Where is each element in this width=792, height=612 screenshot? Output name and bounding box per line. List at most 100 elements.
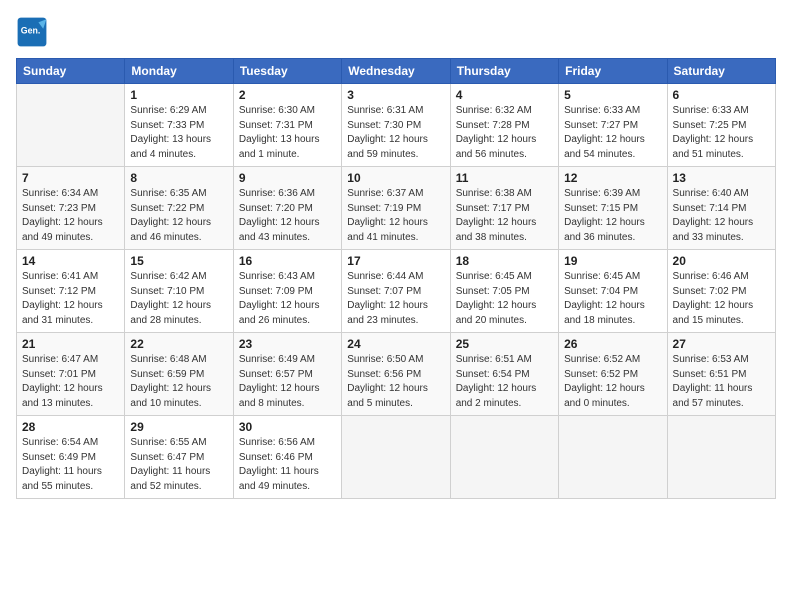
- day-cell: 12 Sunrise: 6:39 AM Sunset: 7:15 PM Dayli…: [559, 167, 667, 250]
- day-number: 15: [130, 254, 227, 268]
- day-cell: 26 Sunrise: 6:52 AM Sunset: 6:52 PM Dayli…: [559, 333, 667, 416]
- day-cell: [667, 416, 775, 499]
- day-number: 30: [239, 420, 336, 434]
- day-number: 21: [22, 337, 119, 351]
- day-info: Sunrise: 6:31 AM Sunset: 7:30 PM Dayligh…: [347, 104, 444, 162]
- day-cell: 18 Sunrise: 6:45 AM Sunset: 7:05 PM Dayli…: [450, 250, 558, 333]
- day-cell: 22 Sunrise: 6:48 AM Sunset: 6:59 PM Dayli…: [125, 333, 233, 416]
- page-header: Gen.: [16, 16, 776, 48]
- day-info: Sunrise: 6:53 AM Sunset: 6:51 PM Dayligh…: [673, 353, 770, 411]
- day-cell: 25 Sunrise: 6:51 AM Sunset: 6:54 PM Dayli…: [450, 333, 558, 416]
- day-cell: [559, 416, 667, 499]
- day-info: Sunrise: 6:47 AM Sunset: 7:01 PM Dayligh…: [22, 353, 119, 411]
- day-info: Sunrise: 6:51 AM Sunset: 6:54 PM Dayligh…: [456, 353, 553, 411]
- weekday-row: SundayMondayTuesdayWednesdayThursdayFrid…: [17, 59, 776, 84]
- day-number: 12: [564, 171, 661, 185]
- day-cell: 11 Sunrise: 6:38 AM Sunset: 7:17 PM Dayli…: [450, 167, 558, 250]
- day-cell: [342, 416, 450, 499]
- day-cell: 28 Sunrise: 6:54 AM Sunset: 6:49 PM Dayli…: [17, 416, 125, 499]
- day-number: 7: [22, 171, 119, 185]
- week-row-5: 28 Sunrise: 6:54 AM Sunset: 6:49 PM Dayli…: [17, 416, 776, 499]
- day-cell: 17Sunrise: 6:44 AM Sunset: 7:07 PM Dayli…: [342, 250, 450, 333]
- day-cell: 29 Sunrise: 6:55 AM Sunset: 6:47 PM Dayli…: [125, 416, 233, 499]
- day-info: Sunrise: 6:33 AM Sunset: 7:25 PM Dayligh…: [673, 104, 770, 162]
- week-row-4: 21 Sunrise: 6:47 AM Sunset: 7:01 PM Dayli…: [17, 333, 776, 416]
- day-info: Sunrise: 6:55 AM Sunset: 6:47 PM Dayligh…: [130, 436, 227, 494]
- day-cell: 13 Sunrise: 6:40 AM Sunset: 7:14 PM Dayli…: [667, 167, 775, 250]
- day-cell: 7 Sunrise: 6:34 AM Sunset: 7:23 PM Daylig…: [17, 167, 125, 250]
- calendar-header: SundayMondayTuesdayWednesdayThursdayFrid…: [17, 59, 776, 84]
- day-number: 29: [130, 420, 227, 434]
- day-cell: [450, 416, 558, 499]
- day-cell: 30 Sunrise: 6:56 AM Sunset: 6:46 PM Dayli…: [233, 416, 341, 499]
- day-number: 20: [673, 254, 770, 268]
- weekday-saturday: Saturday: [667, 59, 775, 84]
- day-info: Sunrise: 6:41 AM Sunset: 7:12 PM Dayligh…: [22, 270, 119, 328]
- day-info: Sunrise: 6:42 AM Sunset: 7:10 PM Dayligh…: [130, 270, 227, 328]
- day-cell: [17, 84, 125, 167]
- day-info: Sunrise: 6:44 AM Sunset: 7:07 PM Dayligh…: [347, 270, 444, 328]
- day-info: Sunrise: 6:48 AM Sunset: 6:59 PM Dayligh…: [130, 353, 227, 411]
- day-info: Sunrise: 6:46 AM Sunset: 7:02 PM Dayligh…: [673, 270, 770, 328]
- day-cell: 27 Sunrise: 6:53 AM Sunset: 6:51 PM Dayli…: [667, 333, 775, 416]
- day-info: Sunrise: 6:40 AM Sunset: 7:14 PM Dayligh…: [673, 187, 770, 245]
- day-info: Sunrise: 6:29 AM Sunset: 7:33 PM Dayligh…: [130, 104, 227, 162]
- day-info: Sunrise: 6:45 AM Sunset: 7:04 PM Dayligh…: [564, 270, 661, 328]
- weekday-wednesday: Wednesday: [342, 59, 450, 84]
- day-info: Sunrise: 6:50 AM Sunset: 6:56 PM Dayligh…: [347, 353, 444, 411]
- day-cell: 9Sunrise: 6:36 AM Sunset: 7:20 PM Daylig…: [233, 167, 341, 250]
- day-cell: 2Sunrise: 6:30 AM Sunset: 7:31 PM Daylig…: [233, 84, 341, 167]
- day-info: Sunrise: 6:39 AM Sunset: 7:15 PM Dayligh…: [564, 187, 661, 245]
- day-cell: 14 Sunrise: 6:41 AM Sunset: 7:12 PM Dayli…: [17, 250, 125, 333]
- day-cell: 23Sunrise: 6:49 AM Sunset: 6:57 PM Dayli…: [233, 333, 341, 416]
- day-info: Sunrise: 6:34 AM Sunset: 7:23 PM Dayligh…: [22, 187, 119, 245]
- day-number: 3: [347, 88, 444, 102]
- day-info: Sunrise: 6:32 AM Sunset: 7:28 PM Dayligh…: [456, 104, 553, 162]
- day-info: Sunrise: 6:36 AM Sunset: 7:20 PM Dayligh…: [239, 187, 336, 245]
- day-number: 6: [673, 88, 770, 102]
- day-info: Sunrise: 6:54 AM Sunset: 6:49 PM Dayligh…: [22, 436, 119, 494]
- day-number: 16: [239, 254, 336, 268]
- day-info: Sunrise: 6:56 AM Sunset: 6:46 PM Dayligh…: [239, 436, 336, 494]
- day-cell: 5Sunrise: 6:33 AM Sunset: 7:27 PM Daylig…: [559, 84, 667, 167]
- day-cell: 6 Sunrise: 6:33 AM Sunset: 7:25 PM Daylig…: [667, 84, 775, 167]
- week-row-1: 1 Sunrise: 6:29 AM Sunset: 7:33 PM Daylig…: [17, 84, 776, 167]
- calendar: SundayMondayTuesdayWednesdayThursdayFrid…: [16, 58, 776, 499]
- day-number: 10: [347, 171, 444, 185]
- day-cell: 15 Sunrise: 6:42 AM Sunset: 7:10 PM Dayli…: [125, 250, 233, 333]
- logo-icon: Gen.: [16, 16, 48, 48]
- day-number: 4: [456, 88, 553, 102]
- day-info: Sunrise: 6:45 AM Sunset: 7:05 PM Dayligh…: [456, 270, 553, 328]
- day-number: 26: [564, 337, 661, 351]
- day-cell: 10 Sunrise: 6:37 AM Sunset: 7:19 PM Dayli…: [342, 167, 450, 250]
- day-info: Sunrise: 6:33 AM Sunset: 7:27 PM Dayligh…: [564, 104, 661, 162]
- logo: Gen.: [16, 16, 52, 48]
- day-number: 27: [673, 337, 770, 351]
- day-number: 8: [130, 171, 227, 185]
- day-number: 18: [456, 254, 553, 268]
- weekday-monday: Monday: [125, 59, 233, 84]
- day-cell: 20 Sunrise: 6:46 AM Sunset: 7:02 PM Dayli…: [667, 250, 775, 333]
- day-info: Sunrise: 6:38 AM Sunset: 7:17 PM Dayligh…: [456, 187, 553, 245]
- day-number: 11: [456, 171, 553, 185]
- day-number: 28: [22, 420, 119, 434]
- day-number: 25: [456, 337, 553, 351]
- calendar-body: 1 Sunrise: 6:29 AM Sunset: 7:33 PM Daylig…: [17, 84, 776, 499]
- day-info: Sunrise: 6:43 AM Sunset: 7:09 PM Dayligh…: [239, 270, 336, 328]
- day-info: Sunrise: 6:52 AM Sunset: 6:52 PM Dayligh…: [564, 353, 661, 411]
- day-number: 1: [130, 88, 227, 102]
- week-row-2: 7 Sunrise: 6:34 AM Sunset: 7:23 PM Daylig…: [17, 167, 776, 250]
- weekday-sunday: Sunday: [17, 59, 125, 84]
- week-row-3: 14 Sunrise: 6:41 AM Sunset: 7:12 PM Dayli…: [17, 250, 776, 333]
- day-cell: 16 Sunrise: 6:43 AM Sunset: 7:09 PM Dayli…: [233, 250, 341, 333]
- day-cell: 21 Sunrise: 6:47 AM Sunset: 7:01 PM Dayli…: [17, 333, 125, 416]
- day-number: 22: [130, 337, 227, 351]
- day-number: 23: [239, 337, 336, 351]
- day-info: Sunrise: 6:30 AM Sunset: 7:31 PM Dayligh…: [239, 104, 336, 162]
- day-number: 13: [673, 171, 770, 185]
- day-number: 14: [22, 254, 119, 268]
- day-cell: 4 Sunrise: 6:32 AM Sunset: 7:28 PM Daylig…: [450, 84, 558, 167]
- weekday-tuesday: Tuesday: [233, 59, 341, 84]
- day-number: 24: [347, 337, 444, 351]
- day-info: Sunrise: 6:37 AM Sunset: 7:19 PM Dayligh…: [347, 187, 444, 245]
